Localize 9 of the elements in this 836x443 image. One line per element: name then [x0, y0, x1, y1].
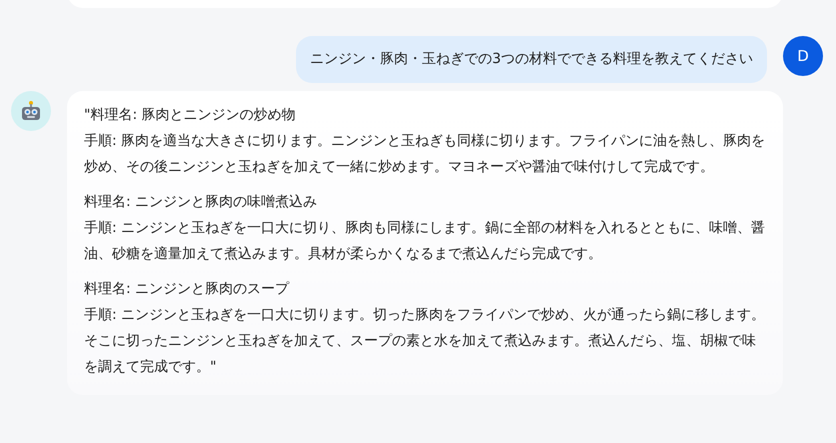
recipe-steps: 手順: 豚肉を適当な大きさに切ります。ニンジンと玉ねぎも同様に切ります。フライパンに油を熱し、豚肉を炒め、その後ニンジンと玉ねぎを加えて一緒に炒めます。マヨネーズや醤油で味付けして完成です。: [84, 128, 769, 180]
recipe-steps: 手順: ニンジンと玉ねぎを一口大に切り、豚肉も同様にします。鍋に全部の材料を入れるとともに、味噌、醤油、砂糖を適量加えて煮込みます。具材が柔らかくなるまで煮込んだら完成です。: [84, 215, 769, 267]
recipe-name: 料理名: ニンジンと豚肉のスープ: [84, 280, 290, 299]
user-avatar: D: [783, 36, 823, 76]
user-message: ニンジン・豚肉・玉ねぎでの3つの材料でできる料理を教えてください: [296, 36, 767, 83]
recipe-steps: 手順: ニンジンと玉ねぎを一口大に切ります。切った豚肉をフライパンで炒め、火が通ったら鍋に移します。そこに切ったニンジンと玉ねぎを加えて、スープの素と水を加えて煮込みます。煮込んだら、塩、胡椒で味を調えて完成です。": [84, 302, 769, 380]
recipe-name: "料理名: 豚肉とニンジンの炒め物: [84, 106, 297, 125]
recipe-name: 料理名: ニンジンと豚肉の味噌煮込み: [84, 193, 318, 212]
robot-icon: [20, 100, 42, 122]
